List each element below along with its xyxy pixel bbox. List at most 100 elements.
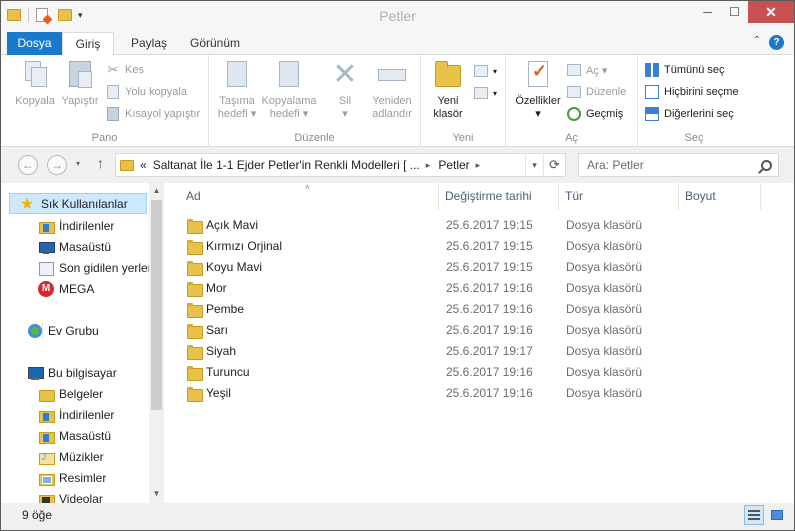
select-none-label: Hiçbirini seçme [664,86,739,98]
file-type: Dosya klasörü [566,302,643,316]
edit-button[interactable]: Düzenle [566,82,626,102]
column-header-size[interactable]: Boyut [679,183,761,210]
file-type: Dosya klasörü [566,365,643,379]
refresh-button[interactable]: ⟳ [543,154,565,176]
minimize-button[interactable]: ─ [694,1,721,23]
delete-button[interactable]: ✕ Sil ▾ [325,59,365,121]
close-button[interactable]: ✕ [748,1,794,23]
up-button[interactable]: ↑ [97,155,104,171]
address-bar[interactable]: « Saltanat İle 1-1 Ejder Petler'in Renkl… [115,153,566,177]
invert-selection-button[interactable]: Diğerlerini seç [644,104,734,124]
sort-ascending-icon: ˄ [305,183,310,192]
breadcrumb-separator-end[interactable]: ▸ [476,160,481,171]
scroll-up-button[interactable]: ▲ [149,183,164,198]
file-list: Ad ˄ Değiştirme tarihi Tür Boyut Açık Ma… [164,183,794,503]
scroll-down-button[interactable]: ▼ [149,486,164,501]
copy-button[interactable]: Kopyala [13,59,57,108]
scrollbar-thumb[interactable] [151,200,162,410]
history-label: Geçmiş [586,108,624,120]
invert-selection-icon [644,106,660,122]
nav-item-music[interactable]: Müzikler [1,446,149,467]
large-icons-view-button[interactable] [767,505,787,525]
new-item-button[interactable]: ▾ [473,61,497,81]
nav-item-downloads-pc[interactable]: İndirilenler [1,404,149,425]
forward-button[interactable]: → [47,155,67,175]
easy-access-button[interactable]: ▾ [473,83,497,103]
copy-to-button[interactable]: Kopyalama hedefi ▾ [259,59,319,121]
search-icon[interactable] [761,159,772,171]
group-select: Tümünü seç Hiçbirini seçme Diğerlerini s… [638,55,750,147]
select-all-button[interactable]: Tümünü seç [644,60,725,80]
column-header-type[interactable]: Tür [559,183,679,210]
breadcrumb-current[interactable]: Petler [438,158,469,172]
breadcrumb-parent[interactable]: Saltanat İle 1-1 Ejder Petler'in Renkli … [153,158,420,172]
maximize-button[interactable]: ☐ [721,1,748,23]
paste-button[interactable]: Yapıştır [59,59,101,108]
easy-access-icon [473,85,489,101]
file-row[interactable]: Turuncu 25.6.2017 19:16 Dosya klasörü [164,362,794,383]
search-input[interactable]: Ara: Petler [587,158,644,172]
select-all-icon [644,62,660,78]
nav-item-favorites[interactable]: Sık Kullanılanlar [9,193,147,214]
tab-share[interactable]: Paylaş [119,32,179,55]
collapse-ribbon-icon[interactable]: ⌃ [753,35,761,50]
file-row[interactable]: Koyu Mavi 25.6.2017 19:15 Dosya klasörü [164,257,794,278]
new-folder-button[interactable]: Yeni klasör [427,59,469,121]
file-name: Açık Mavi [206,218,259,232]
delete-dropdown: ▾ [342,108,348,120]
nav-item-recent-places[interactable]: Son gidilen yerler [1,257,149,278]
address-overflow[interactable]: « [140,158,147,172]
move-to-label-2: hedefi ▾ [217,108,257,120]
details-view-button[interactable] [744,505,764,525]
nav-item-desktop-pc[interactable]: Masaüstü [1,425,149,446]
group-open: ✓ Özellikler ▾ Aç ▾ Düzenle Geçmiş Aç [506,55,638,147]
folder-icon [186,386,203,402]
paste-shortcut-button[interactable]: Kısayol yapıştır [105,104,200,124]
search-box[interactable]: Ara: Petler [578,153,779,177]
file-row[interactable]: Mor 25.6.2017 19:16 Dosya klasörü [164,278,794,299]
new-item-dropdown: ▾ [493,66,498,76]
group-organize: Taşıma hedefi ▾ Kopyalama hedefi ▾ ✕ Sil… [209,55,421,147]
breadcrumb-separator[interactable]: ▸ [426,160,431,171]
help-icon[interactable]: ? [769,35,784,50]
address-history-dropdown[interactable]: ▾ [525,154,543,176]
file-name: Koyu Mavi [206,260,263,274]
open-button[interactable]: Aç ▾ [566,60,607,80]
nav-item-homegroup[interactable]: Ev Grubu [1,320,149,341]
file-row[interactable]: Yeşil 25.6.2017 19:16 Dosya klasörü [164,383,794,404]
file-row[interactable]: Kırmızı Orjinal 25.6.2017 19:15 Dosya kl… [164,236,794,257]
cut-button[interactable]: ✂ Kes [105,60,144,80]
rename-button[interactable]: Yeniden adlandır [367,59,417,121]
properties-button[interactable]: ✓ Özellikler ▾ [510,59,566,121]
history-button[interactable]: Geçmiş [566,104,623,124]
mega-icon [38,280,54,297]
nav-item-mega[interactable]: MEGA [1,278,149,299]
nav-item-documents[interactable]: Belgeler [1,383,149,404]
nav-item-pictures[interactable]: Resimler [1,467,149,488]
select-none-button[interactable]: Hiçbirini seçme [644,82,739,102]
back-button[interactable]: ← [18,155,38,175]
downloads-folder-icon [38,407,55,423]
tab-file[interactable]: Dosya [7,32,62,55]
rename-label-2: adlandır [372,108,412,120]
file-row[interactable]: Pembe 25.6.2017 19:16 Dosya klasörü [164,299,794,320]
column-header-modified[interactable]: Değiştirme tarihi [439,183,559,210]
new-item-icon [473,63,489,79]
star-icon [20,194,36,213]
tab-home[interactable]: Giriş [62,32,114,56]
recent-locations-dropdown[interactable]: ▾ [76,159,80,168]
tab-view[interactable]: Görünüm [178,32,252,55]
copy-path-button[interactable]: Yolu kopyala [105,82,187,102]
file-row[interactable]: Açık Mavi 25.6.2017 19:15 Dosya klasörü [164,215,794,236]
copy-label: Kopyala [15,95,55,107]
nav-item-label: Masaüstü [59,428,112,443]
file-row[interactable]: Siyah 25.6.2017 19:17 Dosya klasörü [164,341,794,362]
move-to-button[interactable]: Taşıma hedefi ▾ [213,59,261,121]
ribbon: Kopyala Yapıştır ✂ Kes Yolu kopyala Kısa… [1,55,794,147]
nav-pane-scrollbar[interactable]: ▲ ▼ [149,183,164,503]
nav-item-downloads[interactable]: İndirilenler [1,215,149,236]
nav-item-this-pc[interactable]: Bu bilgisayar [1,362,149,383]
nav-item-desktop[interactable]: Masaüstü [1,236,149,257]
file-row[interactable]: Sarı 25.6.2017 19:16 Dosya klasörü [164,320,794,341]
scissors-icon: ✂ [107,62,119,77]
